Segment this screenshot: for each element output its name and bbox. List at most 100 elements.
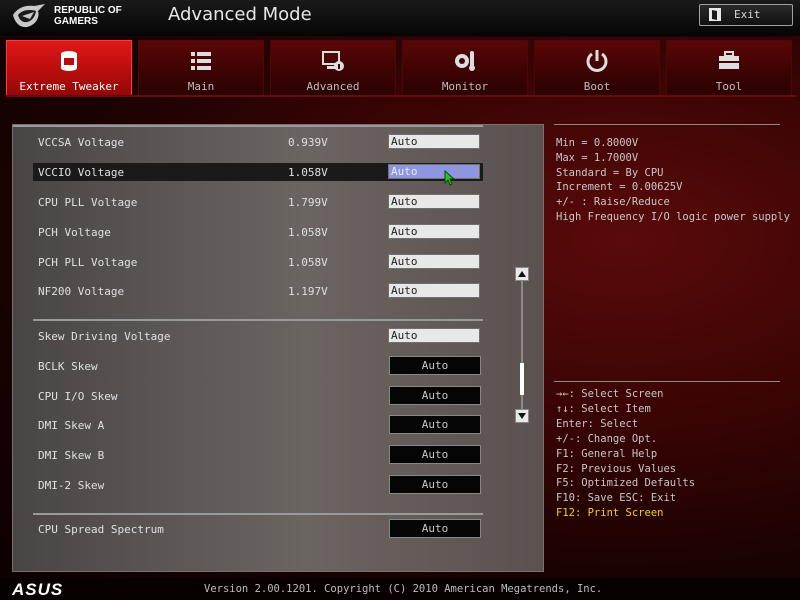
setting-label: CPU I/O Skew: [38, 390, 118, 403]
copyright-text: Version 2.00.1201. Copyright (C) 2010 Am…: [204, 583, 603, 595]
setting-field[interactable]: Auto: [388, 283, 480, 298]
setting-select[interactable]: Auto: [389, 445, 481, 464]
key-line: +/-: Change Opt.: [556, 433, 658, 445]
page-title: Advanced Mode: [168, 4, 312, 25]
scroll-thumb[interactable]: [520, 362, 524, 395]
setting-label: DMI Skew A: [38, 419, 105, 432]
setting-label: BCLK Skew: [38, 360, 98, 373]
tab-main[interactable]: Main: [138, 40, 264, 96]
section-divider: [33, 513, 483, 515]
settings-panel: VCCSA Voltage 0.939V Auto VCCIO Voltage …: [12, 124, 544, 572]
help-line: Max = 1.7000V: [556, 152, 639, 164]
setting-value: 1.058V: [288, 256, 328, 269]
tab-bar: Extreme Tweaker Main Advanced Monitor Bo…: [6, 40, 796, 96]
tab-label: Extreme Tweaker: [19, 80, 119, 93]
setting-value: 1.197V: [288, 285, 328, 298]
rog-eye-icon: [13, 4, 45, 28]
tab-tool[interactable]: Tool: [666, 40, 792, 96]
setting-field[interactable]: Auto: [388, 134, 480, 149]
key-line: ↑↓: Select Item: [556, 403, 651, 415]
setting-row-skew-driving-voltage[interactable]: Skew Driving Voltage Auto: [33, 327, 483, 345]
exit-button[interactable]: Exit: [699, 4, 793, 26]
exit-door-icon: [709, 8, 721, 21]
tab-label: Monitor: [441, 80, 489, 93]
asus-logo: ASUS: [12, 580, 64, 599]
help-line: Increment = 0.00625V: [556, 181, 683, 193]
toolbox-icon: [719, 51, 739, 69]
setting-select[interactable]: Auto: [389, 356, 481, 375]
setting-row-pch-pll-voltage[interactable]: PCH PLL Voltage 1.058V Auto: [33, 253, 483, 271]
tab-label: Main: [187, 80, 215, 93]
setting-row-cpu-io-skew[interactable]: CPU I/O Skew Auto: [33, 386, 483, 405]
setting-row-cpu-pll-voltage[interactable]: CPU PLL Voltage 1.799V Auto: [33, 193, 483, 211]
setting-label: DMI Skew B: [38, 449, 105, 462]
panel-divider: [13, 125, 483, 127]
key-line: F5: Optimized Defaults: [556, 477, 696, 489]
tab-extreme-tweaker[interactable]: Extreme Tweaker: [6, 40, 132, 96]
tab-underline: [6, 95, 796, 97]
key-line: Enter: Select: [556, 418, 639, 430]
setting-value: 1.799V: [288, 196, 328, 209]
setting-value: 0.939V: [288, 136, 328, 149]
help-line: High Frequency I/O logic power supply: [556, 211, 790, 223]
setting-row-cpu-spread-spectrum[interactable]: CPU Spread Spectrum Auto: [33, 519, 483, 538]
tab-label: Boot: [583, 80, 611, 93]
setting-select[interactable]: Auto: [389, 475, 481, 494]
setting-row-dmi2-skew[interactable]: DMI-2 Skew Auto: [33, 475, 483, 494]
setting-field[interactable]: Auto: [388, 328, 480, 343]
setting-label: PCH Voltage: [38, 226, 111, 239]
tab-boot[interactable]: Boot: [534, 40, 660, 96]
setting-field[interactable]: Auto: [388, 224, 480, 239]
key-line: F1: General Help: [556, 448, 658, 460]
tab-monitor[interactable]: Monitor: [402, 40, 528, 96]
exit-label: Exit: [734, 8, 761, 21]
key-line-print-screen: F12: Print Screen: [556, 507, 664, 519]
setting-row-bclk-skew[interactable]: BCLK Skew Auto: [33, 356, 483, 375]
setting-row-vccsa-voltage[interactable]: VCCSA Voltage 0.939V Auto: [33, 133, 483, 151]
help-line: +/- : Raise/Reduce: [556, 196, 670, 208]
section-divider: [33, 319, 483, 321]
setting-label: PCH PLL Voltage: [38, 256, 138, 269]
setting-row-vccio-voltage[interactable]: VCCIO Voltage 1.058V Auto: [33, 163, 483, 181]
list-icon: [191, 52, 211, 70]
help-panel: Min = 0.8000V Max = 1.7000V Standard = B…: [554, 124, 790, 225]
setting-value: 1.058V: [288, 226, 328, 239]
top-bar: REPUBLIC OF GAMERS Advanced Mode Exit: [0, 0, 800, 37]
key-legend: →←: Select Screen ↑↓: Select Item Enter:…: [554, 381, 780, 522]
footer: ASUS Version 2.00.1201. Copyright (C) 20…: [0, 578, 800, 600]
rog-logo: REPUBLIC OF GAMERS: [12, 2, 142, 32]
setting-field[interactable]: Auto: [388, 254, 480, 269]
setting-select[interactable]: Auto: [389, 415, 481, 434]
setting-label: CPU PLL Voltage: [38, 196, 138, 209]
help-line: Min = 0.8000V: [556, 137, 639, 149]
setting-row-pch-voltage[interactable]: PCH Voltage 1.058V Auto: [33, 223, 483, 241]
key-line: F10: Save ESC: Exit: [556, 492, 677, 504]
scroll-down-button[interactable]: [515, 409, 529, 423]
setting-select[interactable]: Auto: [389, 386, 481, 405]
setting-label: VCCIO Voltage: [38, 166, 125, 179]
arrow-down-icon: [518, 413, 526, 419]
setting-row-dmi-skew-b[interactable]: DMI Skew B Auto: [33, 445, 483, 464]
setting-field[interactable]: Auto: [388, 194, 480, 209]
setting-field-selected[interactable]: Auto: [388, 164, 480, 179]
scroll-up-button[interactable]: [515, 267, 529, 281]
temperature-monitor-icon: [455, 51, 475, 71]
key-line: →←: Select Screen: [556, 388, 664, 400]
setting-label: CPU Spread Spectrum: [38, 523, 164, 536]
key-line: F2: Previous Values: [556, 463, 677, 475]
advanced-settings-icon: [322, 51, 344, 71]
tab-advanced[interactable]: Advanced: [270, 40, 396, 96]
setting-select[interactable]: Auto: [389, 519, 481, 538]
tab-label: Tool: [715, 80, 743, 93]
cpu-tweaker-icon: [61, 51, 77, 71]
scrollbar[interactable]: [515, 267, 529, 425]
tab-label: Advanced: [306, 80, 360, 93]
setting-label: VCCSA Voltage: [38, 136, 125, 149]
setting-label: NF200 Voltage: [38, 285, 125, 298]
mouse-cursor-icon: [444, 170, 456, 186]
setting-row-dmi-skew-a[interactable]: DMI Skew A Auto: [33, 415, 483, 434]
arrow-up-icon: [518, 271, 526, 277]
setting-row-nf200-voltage[interactable]: NF200 Voltage 1.197V Auto: [33, 282, 483, 300]
power-icon: [586, 50, 608, 72]
setting-label: DMI-2 Skew: [38, 479, 105, 492]
